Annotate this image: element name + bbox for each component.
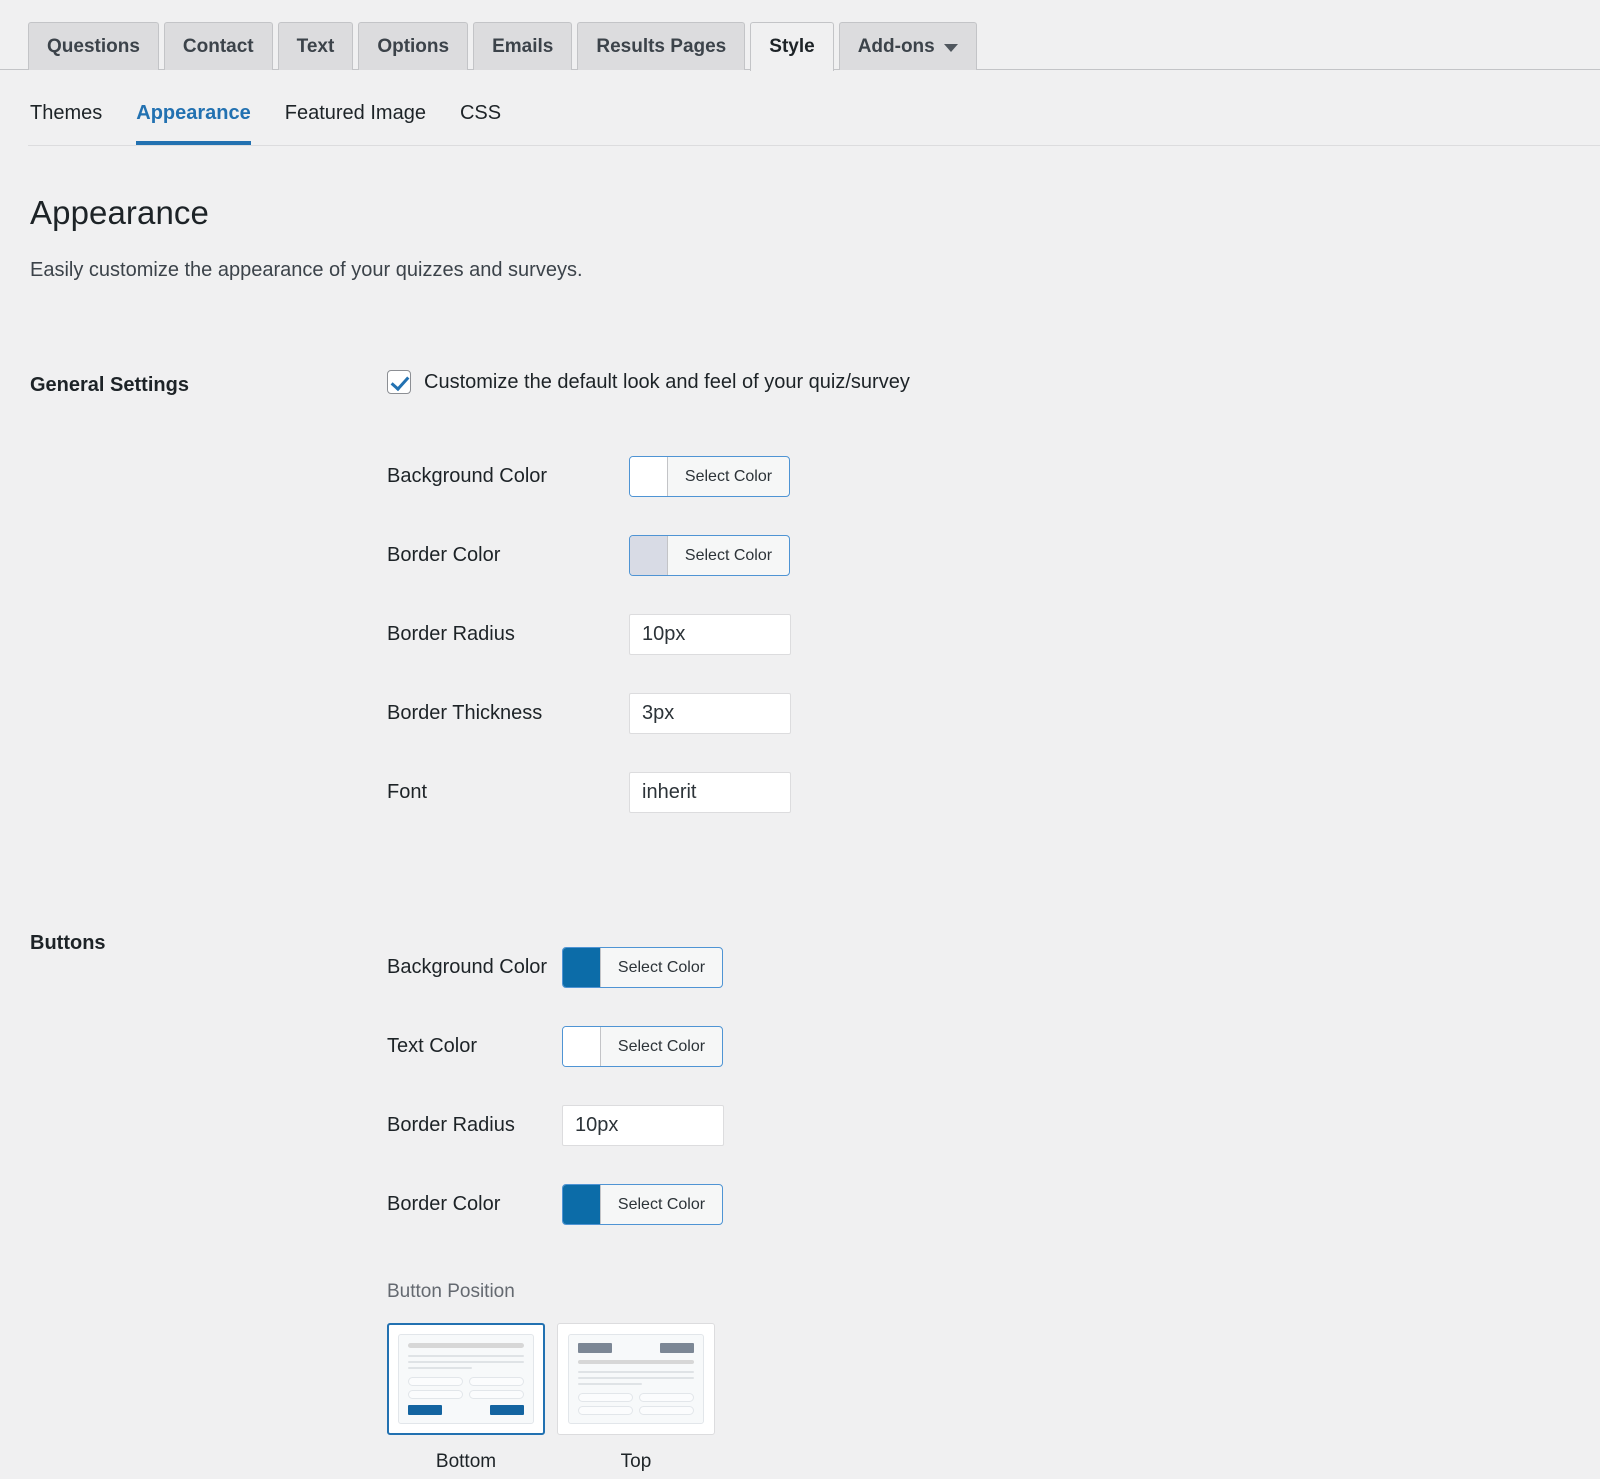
select-color-label: Select Color [684, 467, 773, 485]
field-button-background-color: Background Color Select Color [387, 928, 1600, 1007]
field-label: Background Color [387, 956, 548, 978]
tab-label: Add-ons [857, 35, 935, 57]
tab-label: Style [769, 36, 815, 57]
tab-results-pages[interactable]: Results Pages [577, 22, 746, 70]
secondary-nav: Themes Appearance Featured Image CSS [0, 70, 1600, 146]
field-label: Border Color [387, 544, 501, 566]
page-subtitle: Easily customize the appearance of your … [30, 259, 583, 281]
buttons-section-title: Buttons [30, 932, 106, 954]
select-color-label: Select Color [617, 958, 706, 976]
tab-questions[interactable]: Questions [28, 22, 159, 70]
preview-button-row [408, 1399, 524, 1415]
subnav-item-featured-image[interactable]: Featured Image [285, 102, 426, 146]
subnav-item-css[interactable]: CSS [460, 102, 501, 146]
preview-input-fields [408, 1377, 524, 1399]
border-thickness-input[interactable] [629, 693, 791, 734]
preview-input-fields [578, 1393, 694, 1415]
preview-header-bar [578, 1360, 694, 1364]
tab-label: Results Pages [596, 35, 727, 57]
chevron-down-icon [943, 43, 958, 52]
general-settings-body: Customize the default look and feel of y… [387, 370, 1600, 832]
button-border-color-picker-button[interactable]: Select Color [562, 1184, 723, 1225]
tab-label: Questions [47, 35, 140, 57]
field-label: Border Radius [387, 623, 515, 645]
appearance-settings-page: Questions Contact Text Options Emails Re… [0, 0, 1600, 1479]
background-color-picker-button[interactable]: Select Color [629, 456, 790, 497]
customize-checkbox[interactable] [387, 370, 411, 394]
buttons-section-body: Background Color Select Color Text Color… [387, 928, 1600, 1473]
tab-contact[interactable]: Contact [163, 22, 273, 70]
field-button-border-radius: Border Radius [387, 1086, 1600, 1165]
tab-text[interactable]: Text [277, 22, 354, 70]
field-label: Font [387, 781, 428, 803]
tab-options[interactable]: Options [358, 22, 469, 70]
tab-emails[interactable]: Emails [473, 22, 573, 70]
field-label: Text Color [387, 1035, 478, 1057]
thumbnail-preview [398, 1334, 534, 1424]
subnav-label: CSS [459, 102, 502, 124]
preview-header-bar [408, 1343, 524, 1348]
button-background-color-picker-button[interactable]: Select Color [562, 947, 723, 988]
button-position-caption-top: Top [620, 1451, 652, 1472]
font-input[interactable] [629, 772, 791, 813]
color-swatch [563, 1027, 601, 1066]
tab-style[interactable]: Style [750, 22, 834, 71]
button-position-thumbnail-bottom[interactable] [387, 1323, 545, 1435]
field-label: Border Radius [387, 1114, 515, 1136]
preview-text-lines [578, 1371, 694, 1389]
tab-label: Options [377, 35, 450, 57]
buttons-section: Buttons Background Color Select Color Te… [0, 928, 1600, 1473]
customize-checkbox-row[interactable]: Customize the default look and feel of y… [387, 370, 1600, 394]
button-position-option-top[interactable]: Top [557, 1323, 715, 1473]
preview-button-row [578, 1343, 694, 1353]
field-label: Background Color [387, 465, 548, 487]
tab-add-ons[interactable]: Add-ons [838, 22, 977, 70]
button-position-thumbnail-top[interactable] [557, 1323, 715, 1435]
tab-label: Emails [492, 35, 554, 57]
select-color-label: Select Color [684, 546, 773, 564]
color-swatch [630, 457, 668, 496]
button-border-radius-input[interactable] [562, 1105, 724, 1146]
color-swatch [563, 1185, 601, 1224]
field-background-color: Background Color Select Color [387, 437, 1600, 516]
button-position-group: Button Position Bottom Top [387, 1281, 1600, 1473]
select-color-label: Select Color [617, 1037, 706, 1055]
subnav-item-appearance[interactable]: Appearance [136, 102, 251, 146]
subnav-label: Featured Image [284, 102, 426, 124]
page-title: Appearance [30, 194, 209, 231]
thumbnail-preview [568, 1334, 704, 1424]
field-label: Border Color [387, 1193, 501, 1215]
field-label: Border Thickness [387, 702, 543, 724]
field-button-text-color: Text Color Select Color [387, 1007, 1600, 1086]
button-position-caption-bottom: Bottom [435, 1451, 497, 1472]
preview-text-lines [408, 1355, 524, 1373]
tab-label: Contact [182, 35, 254, 57]
page-header: Appearance Easily customize the appearan… [0, 146, 1600, 282]
subnav-item-themes[interactable]: Themes [30, 102, 102, 146]
field-border-color: Border Color Select Color [387, 516, 1600, 595]
border-color-picker-button[interactable]: Select Color [629, 535, 790, 576]
border-radius-input[interactable] [629, 614, 791, 655]
button-position-label: Button Position [387, 1281, 515, 1302]
general-settings-section: General Settings Customize the default l… [0, 370, 1600, 832]
customize-checkbox-label: Customize the default look and feel of y… [424, 370, 910, 393]
field-button-border-color: Border Color Select Color [387, 1165, 1600, 1244]
button-position-options: Bottom Top [387, 1323, 1600, 1473]
field-font: Font [387, 753, 1600, 832]
field-border-thickness: Border Thickness [387, 674, 1600, 753]
select-color-label: Select Color [617, 1195, 706, 1213]
button-position-option-bottom[interactable]: Bottom [387, 1323, 545, 1473]
subnav-label: Themes [30, 102, 103, 124]
color-swatch [563, 948, 601, 987]
subnav-label: Appearance [136, 102, 251, 124]
color-swatch [630, 536, 668, 575]
button-text-color-picker-button[interactable]: Select Color [562, 1026, 723, 1067]
primary-tab-bar: Questions Contact Text Options Emails Re… [0, 0, 1600, 71]
tab-label: Text [296, 35, 335, 57]
general-settings-title: General Settings [30, 374, 189, 396]
field-border-radius: Border Radius [387, 595, 1600, 674]
